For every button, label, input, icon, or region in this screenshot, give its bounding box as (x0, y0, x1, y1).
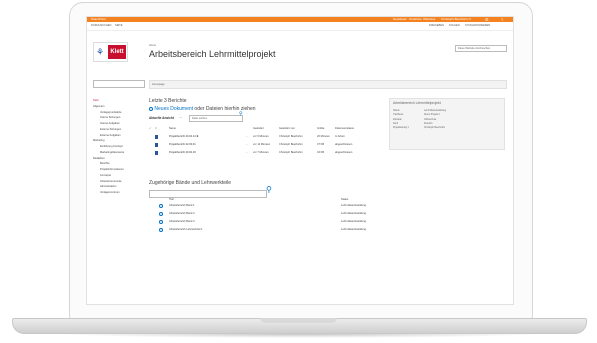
report-size: 34 KB (317, 151, 325, 154)
volume-title-link[interactable]: Arbeitsbereich Band 3 (169, 219, 195, 225)
volume-title-link[interactable]: Arbeitsbereich Lehrwerkteil 1 (169, 227, 202, 233)
report-modified-by: Christoph Beerbohm (279, 151, 303, 154)
site-link-icon (159, 212, 163, 216)
panel-field-value: Christoph Beerbohm (424, 127, 446, 130)
follow-button[interactable]: FOLGEN (449, 23, 460, 29)
volume-status: Lehrmittelentwicklung (341, 228, 366, 231)
ribbon-tabs: DURCHSUCHEN SEITE FREIGEBEN FOLGEN SYNCH… (87, 22, 513, 31)
new-document-link[interactable]: Neues Dokument (154, 106, 193, 112)
plus-circle-icon[interactable] (149, 106, 153, 111)
tab-seite[interactable]: SEITE (115, 23, 123, 29)
file-search-placeholder: Datei suchen (192, 117, 208, 120)
report-size: 20 Minuten (317, 135, 330, 138)
col-size[interactable]: Größe (317, 126, 324, 132)
volumes-heading: Zugehörige Bände und Lehrwerkteile (149, 180, 231, 186)
word-doc-icon (155, 151, 158, 155)
word-doc-icon (155, 135, 158, 139)
search-icon[interactable]: ⚲ (239, 111, 243, 117)
page-title: Arbeitsbereich Lehrmittelprojekt (149, 49, 276, 59)
volume-row: Arbeitsbereich Band 3 Lehrmittelentwicklu… (149, 219, 409, 225)
select-all-check[interactable]: ✓ (149, 126, 151, 132)
report-name[interactable]: Projektbericht 20.04.14 ✱ (169, 134, 199, 140)
laptop-screen: SharePoint Newsfeed OneDrive Websites Ch… (86, 16, 514, 305)
tab-durchsuchen[interactable]: DURCHSUCHEN (91, 23, 111, 29)
site-link-icon (159, 220, 163, 224)
volume-title-link[interactable]: Arbeitsbereich Band 1 (169, 203, 195, 209)
site-label[interactable]: Home (149, 44, 156, 47)
klett-logo[interactable]: ⚘ Klett (93, 42, 128, 62)
report-modified: vor 12 Minuten (253, 143, 271, 146)
breadcrumb-home[interactable]: Homepage (152, 81, 165, 88)
reports-heading: Letzte 3 Berichte (149, 98, 187, 104)
panel-title: Arbeitsbereich Lehrmittelprojekt (393, 101, 441, 105)
col-name[interactable]: Name (169, 126, 176, 132)
site-search-input[interactable]: Diese Website durchsuchen (455, 45, 507, 52)
report-row[interactable]: Projektbericht 20.04.14 ✱ ··· vor 5 Minute… (149, 134, 409, 140)
nav-search-input[interactable] (93, 80, 145, 88)
report-status: abgeschlossen (335, 151, 353, 154)
project-info-panel: Arbeitsbereich Lehrmittelprojekt Status L… (389, 98, 505, 150)
reports-header-row: ✓ □ Name Geändert Geändert von Größe Dok… (149, 126, 409, 132)
col-status[interactable]: Dokumentstatus (335, 126, 354, 132)
more-views-button[interactable]: ··· (179, 116, 182, 120)
site-search-placeholder: Diese Website durchsuchen (458, 47, 491, 50)
drag-hint: oder Dateien hierhin ziehen (193, 106, 256, 112)
volume-status: Lehrmittelentwicklung (341, 220, 366, 223)
report-row[interactable]: Projektbericht 22.03.01 ··· vor 12 Minuten… (149, 142, 409, 148)
file-search-input[interactable]: Datei suchen (189, 115, 243, 122)
report-name[interactable]: Projektbericht 22.03.01 (169, 142, 196, 148)
report-modified-by: Christoph Beerbohm (279, 143, 303, 146)
volume-row: Arbeitsbereich Band 2 Lehrmittelentwicklu… (149, 211, 409, 217)
quick-launch: Start Allgemein Verlagsgrundsätze Interne S… (93, 98, 143, 196)
breadcrumb: Homepage (149, 80, 507, 89)
nav-item[interactable]: Vorlagenzentrum (93, 190, 143, 196)
ellipsis-menu[interactable]: ··· (245, 134, 248, 140)
panel-field-label: Projektleitung 1 (393, 127, 409, 130)
doc-type-icon: □ (155, 127, 157, 130)
volume-status: Lehrmittelentwicklung (341, 204, 366, 207)
share-button[interactable]: FREIGEBEN (429, 23, 444, 29)
volumes-search-icon[interactable]: ⚲ (266, 185, 272, 194)
site-link-icon (159, 228, 163, 232)
report-modified-by: Christoph Beerbohm (279, 135, 303, 138)
ellipsis-menu[interactable]: ··· (245, 142, 248, 148)
current-view-label[interactable]: Aktuelle Ansicht (149, 116, 174, 120)
report-status: abgeschlossen (335, 143, 353, 146)
col-modified-by[interactable]: Geändert von (279, 126, 295, 132)
klett-wordmark: Klett (108, 45, 126, 59)
report-name[interactable]: Projektbericht 20.02.16 (169, 150, 196, 156)
report-status: In Arbeit (335, 135, 345, 138)
laptop-notch (260, 318, 337, 323)
volume-title-link[interactable]: Arbeitsbereich Band 2 (169, 211, 195, 217)
ellipsis-menu[interactable]: ··· (245, 150, 248, 156)
klett-figure-icon: ⚘ (96, 47, 105, 57)
volume-row: Arbeitsbereich Band 1 Lehrmittelentwicklu… (149, 203, 409, 209)
volume-row: Arbeitsbereich Lehrwerkteil 1 Lehrmittele… (149, 227, 409, 233)
report-modified: vor 7 Minuten (253, 151, 269, 154)
volume-status: Lehrmittelentwicklung (341, 212, 366, 215)
word-doc-icon (155, 143, 158, 147)
sync-button[interactable]: SYNCHRONISIEREN (465, 23, 490, 29)
col-modified[interactable]: Geändert (253, 126, 264, 132)
report-modified: vor 5 Minuten (253, 135, 269, 138)
site-link-icon (159, 204, 163, 208)
report-size: 37 KB (317, 143, 325, 146)
report-row[interactable]: Projektbericht 20.02.16 ··· vor 7 Minuten C… (149, 150, 409, 156)
